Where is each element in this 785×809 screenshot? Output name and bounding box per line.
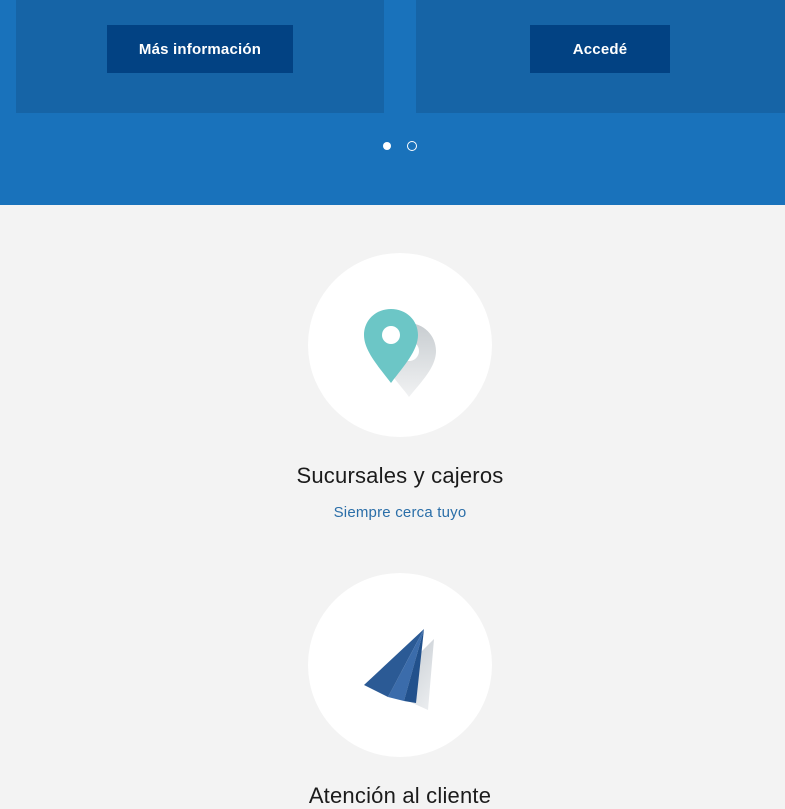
paper-plane-icon <box>364 629 434 710</box>
map-pin-icon <box>364 309 436 397</box>
carousel-dot-1[interactable] <box>383 142 391 150</box>
promo-card-2: Accedé <box>416 0 785 113</box>
promo-carousel: Más información Accedé <box>0 0 785 205</box>
feature-title-atencion: Atención al cliente <box>308 783 492 808</box>
siempre-cerca-tuyo-link[interactable]: Siempre cerca tuyo <box>0 504 785 521</box>
carousel-dot-2[interactable] <box>407 141 417 151</box>
customer-service-icon-circle[interactable] <box>308 573 492 757</box>
feature-title-sucursales: Sucursales y cajeros <box>296 463 504 488</box>
promo-card-1: Más información <box>16 0 384 113</box>
branches-icon-circle[interactable] <box>308 253 492 437</box>
carousel-pagination <box>382 141 417 151</box>
accede-button[interactable]: Accedé <box>530 25 670 73</box>
mas-informacion-button[interactable]: Más información <box>107 25 293 73</box>
